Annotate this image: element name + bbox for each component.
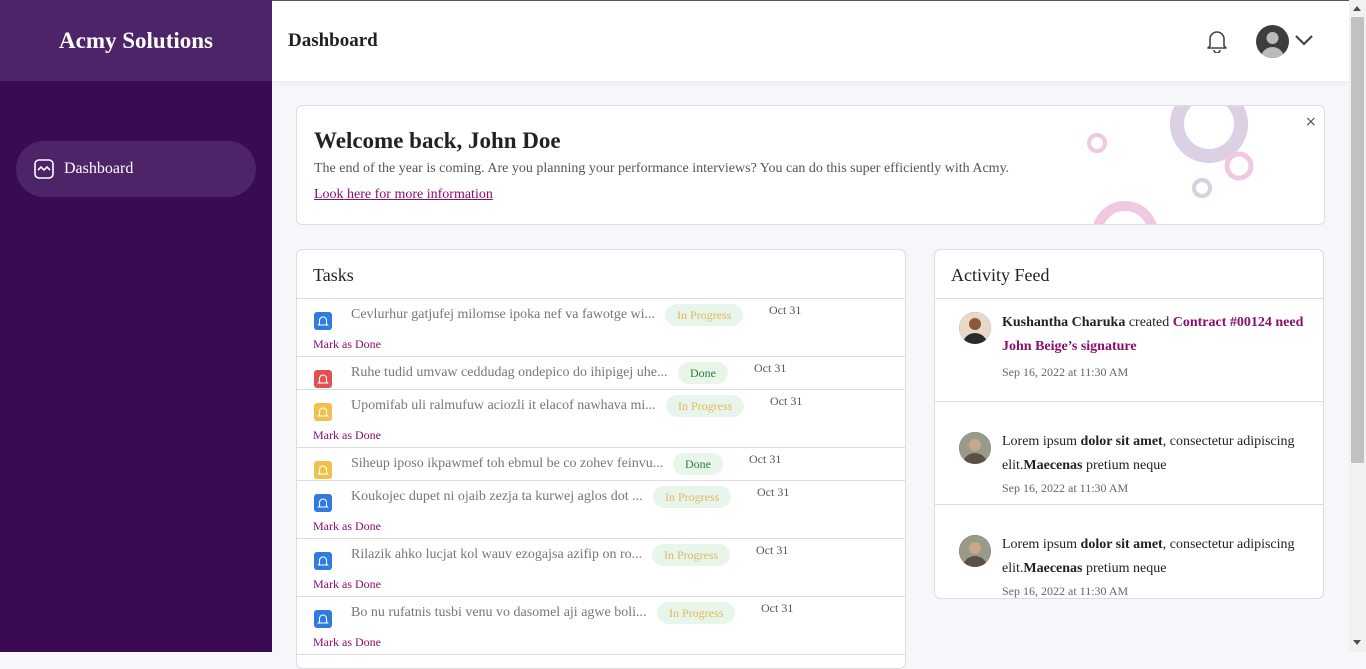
status-badge: Done <box>678 362 728 384</box>
task-row[interactable]: Siheup iposo ikpawmef toh ebmul be co zo… <box>297 448 905 481</box>
bell-icon <box>314 403 332 421</box>
tasks-card: Tasks Cevlurhur gatjufej milomse ipoka n… <box>296 249 906 669</box>
feed-text-bold: dolor sit amet <box>1080 537 1163 552</box>
scroll-down-arrow[interactable] <box>1353 640 1361 645</box>
sidebar-item-label: Dashboard <box>64 160 134 177</box>
task-text[interactable]: Upomifab uli ralmufuw aciozli it elacof … <box>351 398 656 414</box>
sidebar: Acmy Solutions Dashboard <box>0 0 272 652</box>
mark-as-done-link[interactable]: Mark as Done <box>313 635 381 650</box>
welcome-banner: Welcome back, John Doe The end of the ye… <box>296 105 1325 225</box>
avatar <box>959 312 991 344</box>
task-row[interactable]: Koukojec dupet ni ojaib zezja ta kurwej … <box>297 481 905 539</box>
feed-action: created <box>1125 315 1173 330</box>
status-badge: In Progress <box>657 602 736 624</box>
feed-timestamp: Sep 16, 2022 at 11:30 AM <box>1002 481 1129 495</box>
task-text[interactable]: Siheup iposo ikpawmef toh ebmul be co zo… <box>351 456 663 472</box>
scrollbar[interactable] <box>1349 0 1366 652</box>
mark-as-done-link[interactable]: Mark as Done <box>313 519 381 534</box>
task-date: Oct 31 <box>754 361 787 375</box>
activity-feed-title: Activity Feed <box>935 250 1323 299</box>
task-date: Oct 31 <box>757 485 790 499</box>
status-badge: Done <box>673 453 723 475</box>
feed-text-bold: Maecenas <box>1023 458 1083 473</box>
task-text[interactable]: Rilazik ahko lucjat kol wauv ezogajsa az… <box>351 547 642 563</box>
avatar <box>959 535 991 567</box>
task-date: Oct 31 <box>769 303 802 317</box>
task-text[interactable]: Bo nu rufatnis tusbi venu vo dasomel aji… <box>351 605 647 621</box>
bell-icon[interactable] <box>1206 29 1228 53</box>
task-row[interactable]: Bo nu rufatnis tusbi venu vo dasomel aji… <box>297 597 905 655</box>
task-text[interactable]: Cevlurhur gatjufej milomse ipoka nef va … <box>351 307 655 323</box>
activity-feed-card: Activity Feed Kushantha Charuka created … <box>934 249 1324 599</box>
scroll-up-arrow[interactable] <box>1353 6 1361 11</box>
feed-text-bold: Maecenas <box>1023 561 1083 576</box>
task-date: Oct 31 <box>756 543 789 557</box>
feed-timestamp: Sep 16, 2022 at 11:30 AM <box>1002 584 1129 598</box>
chevron-down-icon[interactable] <box>1294 33 1314 47</box>
dashboard-icon <box>34 159 54 179</box>
task-text[interactable]: Ruhe tudid umvaw ceddudag ondepico do ih… <box>351 365 668 381</box>
bell-icon <box>314 610 332 628</box>
brand-logo: Acmy Solutions <box>0 0 272 81</box>
feed-text: pretium neque <box>1082 561 1167 576</box>
status-badge: In Progress <box>652 544 731 566</box>
welcome-message: The end of the year is coming. Are you p… <box>314 161 1010 176</box>
tasks-title: Tasks <box>297 250 905 299</box>
status-badge: In Progress <box>653 486 732 508</box>
task-text[interactable]: Koukojec dupet ni ojaib zezja ta kurwej … <box>351 489 643 505</box>
page-title: Dashboard <box>288 30 378 51</box>
feed-text: Lorem ipsum <box>1002 434 1081 449</box>
decorative-circles <box>1087 106 1254 224</box>
feed-text-bold: dolor sit amet <box>1080 434 1163 449</box>
top-bar: Dashboard <box>272 0 1349 81</box>
more-info-link[interactable]: Look here for more information <box>314 187 493 203</box>
feed-text: Lorem ipsum <box>1002 537 1081 552</box>
feed-item: Kushantha Charuka created Contract #0012… <box>935 299 1323 402</box>
welcome-title: Welcome back, John Doe <box>314 128 561 153</box>
feed-item: Lorem ipsum dolor sit amet, consectetur … <box>935 402 1323 505</box>
bell-icon <box>314 312 332 330</box>
avatar <box>959 432 991 464</box>
bell-icon <box>314 552 332 570</box>
bell-icon <box>314 461 332 479</box>
mark-as-done-link[interactable]: Mark as Done <box>313 577 381 592</box>
bell-icon <box>314 370 332 388</box>
task-row[interactable]: Upomifab uli ralmufuw aciozli it elacof … <box>297 390 905 448</box>
task-row[interactable]: Ruhe tudid umvaw ceddudag ondepico do ih… <box>297 357 905 390</box>
close-icon[interactable]: × <box>1305 114 1317 130</box>
feed-timestamp: Sep 16, 2022 at 11:30 AM <box>1002 365 1129 379</box>
feed-item: Lorem ipsum dolor sit amet, consectetur … <box>935 505 1323 608</box>
feed-text: pretium neque <box>1082 458 1167 473</box>
user-avatar[interactable] <box>1256 25 1289 58</box>
bell-icon <box>314 494 332 512</box>
scrollbar-thumb[interactable] <box>1351 17 1364 463</box>
sidebar-item-dashboard[interactable]: Dashboard <box>16 141 256 197</box>
mark-as-done-link[interactable]: Mark as Done <box>313 428 381 443</box>
feed-author[interactable]: Kushantha Charuka <box>1002 315 1125 330</box>
task-date: Oct 31 <box>770 394 803 408</box>
status-badge: In Progress <box>665 304 744 326</box>
task-date: Oct 31 <box>749 452 782 466</box>
task-row[interactable]: Cevlurhur gatjufej milomse ipoka nef va … <box>297 299 905 357</box>
status-badge: In Progress <box>666 395 745 417</box>
task-row[interactable]: Rilazik ahko lucjat kol wauv ezogajsa az… <box>297 539 905 597</box>
task-date: Oct 31 <box>761 601 794 615</box>
mark-as-done-link[interactable]: Mark as Done <box>313 337 381 352</box>
